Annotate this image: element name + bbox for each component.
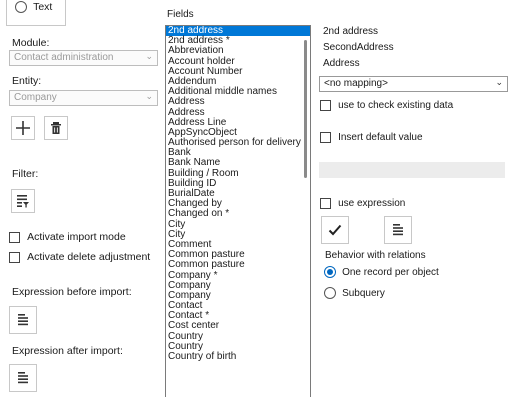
import-mode-label: Activate import mode	[27, 231, 126, 243]
expr-before-button[interactable]	[9, 306, 37, 334]
import-mode-option[interactable]: Activate import mode	[9, 231, 126, 243]
entity-select-value: Company	[14, 92, 57, 103]
expr-after-button[interactable]	[9, 364, 37, 392]
default-value-field[interactable]	[319, 162, 505, 178]
delete-button[interactable]	[44, 116, 68, 140]
field-info-technical: SecondAddress	[323, 42, 394, 53]
confirm-button[interactable]	[321, 216, 349, 244]
field-list-item[interactable]: Country of birth	[166, 351, 310, 362]
delete-adjustment-checkbox[interactable]	[9, 251, 20, 263]
mapping-select-value: <no mapping>	[324, 78, 388, 89]
import-mode-checkbox[interactable]	[9, 231, 20, 243]
field-list-item[interactable]: Changed on *	[166, 209, 310, 219]
plus-icon	[16, 121, 30, 135]
subquery-label: Subquery	[342, 288, 385, 299]
insert-default-label: Insert default value	[338, 132, 423, 143]
filter-label: Filter:	[12, 168, 39, 180]
entity-label: Entity:	[12, 75, 42, 87]
field-list-item[interactable]: Address	[166, 97, 310, 107]
expr-after-label: Expression after import:	[12, 345, 123, 357]
trash-icon	[51, 122, 61, 134]
text-option-box: Text	[6, 0, 66, 26]
fields-list-scrollbar[interactable]	[304, 40, 307, 178]
expr-before-label: Expression before import:	[12, 286, 132, 298]
one-record-label: One record per object	[342, 267, 439, 278]
text-option-radio[interactable]: Text	[15, 1, 53, 14]
fields-list[interactable]: 2nd address 2nd address * Abbreviation Acco…	[165, 25, 311, 397]
mapping-select[interactable]: <no mapping> ⌄	[319, 76, 508, 92]
filter-button[interactable]	[11, 189, 35, 213]
field-info-name: 2nd address	[323, 26, 379, 37]
document-lines-icon	[393, 224, 403, 236]
chevron-down-icon: ⌄	[495, 77, 503, 87]
subquery-radio[interactable]	[324, 287, 336, 300]
module-select-value: Contact administration	[14, 52, 114, 63]
module-select[interactable]: Contact administration ⌄	[9, 50, 158, 66]
delete-adjustment-option[interactable]: Activate delete adjustment	[9, 251, 150, 263]
subquery-option[interactable]: Subquery	[324, 287, 385, 300]
checkmark-icon	[328, 224, 342, 236]
chevron-down-icon: ⌄	[145, 51, 153, 61]
field-list-item[interactable]: City	[166, 219, 310, 230]
delete-adjustment-label: Activate delete adjustment	[27, 251, 151, 263]
document-lines-icon	[18, 314, 28, 326]
behavior-title: Behavior with relations	[325, 250, 429, 261]
check-existing-label: use to check existing data	[338, 100, 454, 111]
one-record-option[interactable]: One record per object	[324, 266, 439, 279]
check-existing-option[interactable]: use to check existing data	[320, 99, 453, 111]
use-expression-label: use expression	[338, 198, 406, 209]
add-button[interactable]	[11, 116, 35, 140]
entity-select[interactable]: Company ⌄	[9, 90, 158, 106]
module-label: Module:	[12, 37, 50, 49]
field-info-type: Address	[323, 58, 360, 69]
insert-default-checkbox[interactable]	[320, 131, 331, 143]
filter-icon	[17, 195, 29, 208]
check-existing-checkbox[interactable]	[320, 99, 331, 111]
fields-title: Fields	[167, 9, 194, 20]
field-list-item[interactable]: Common pasture	[166, 260, 310, 270]
use-expression-option[interactable]: use expression	[320, 197, 405, 209]
insert-default-option[interactable]: Insert default value	[320, 131, 423, 143]
chevron-down-icon: ⌄	[145, 91, 153, 101]
text-radio-circle[interactable]	[15, 1, 27, 14]
text-option-label: Text	[33, 1, 53, 13]
use-expression-checkbox[interactable]	[320, 197, 331, 209]
document-lines-icon	[18, 372, 28, 384]
expression-edit-button[interactable]	[384, 216, 412, 244]
one-record-radio[interactable]	[324, 266, 336, 279]
